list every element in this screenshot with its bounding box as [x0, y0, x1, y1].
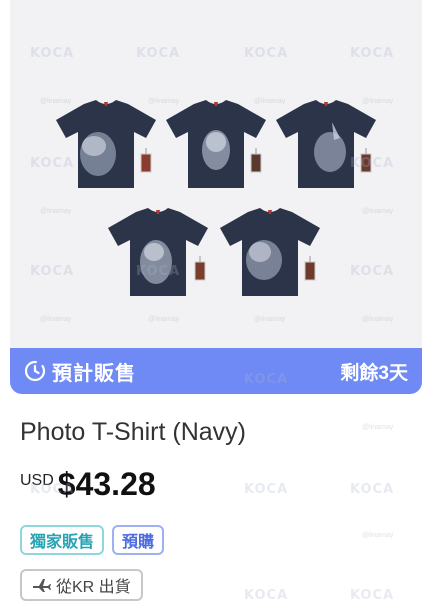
product-title: Photo T-Shirt (Navy) [20, 418, 247, 446]
shirt-image-5 [218, 206, 322, 298]
clock-icon [24, 360, 46, 382]
product-image[interactable] [10, 0, 422, 348]
preorder-badge: 預購 [112, 525, 165, 555]
hang-tag-4 [194, 256, 206, 282]
shipping-origin-label: 從KR 出貨 [56, 579, 131, 596]
shirt-image-1 [54, 98, 158, 190]
currency-label: USD [20, 472, 54, 489]
price-row: USD $43.28 [20, 466, 156, 503]
product-price: $43.28 [57, 466, 156, 502]
hang-tag-1 [140, 148, 152, 174]
watermark-handle: @linamay [362, 424, 394, 431]
airplane-icon [33, 579, 51, 592]
presale-label: 預計販售 [52, 362, 136, 385]
watermark: KOCA [244, 482, 289, 497]
hang-tag-2 [250, 148, 262, 174]
hang-tag-3 [360, 148, 372, 174]
badge-row: 獨家販售 預購 [20, 525, 165, 555]
shirt-image-2 [164, 98, 268, 190]
watermark: KOCA [350, 588, 395, 603]
shirt-image-4 [106, 206, 210, 298]
watermark-handle: @linamay [362, 532, 394, 539]
hang-tag-5 [304, 256, 316, 282]
time-remaining: 剩餘3天 [340, 362, 408, 384]
shipping-origin-badge: 從KR 出貨 [20, 569, 143, 601]
watermark: KOCA [244, 588, 289, 603]
shirt-image-3 [274, 98, 378, 190]
presale-banner: 預計販售 剩餘3天 [10, 348, 422, 394]
watermark: KOCA [350, 482, 395, 497]
exclusive-badge: 獨家販售 [20, 525, 105, 555]
